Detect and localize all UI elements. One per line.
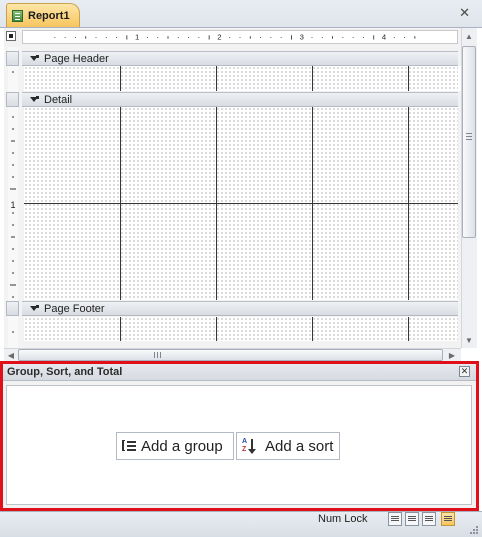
ruler-mark-1: 1 [135, 33, 139, 42]
section-expand-icon [30, 95, 40, 104]
vertical-scroll-thumb[interactable] [462, 46, 476, 238]
design-view-icon[interactable] [441, 512, 455, 526]
detail-grid[interactable] [24, 107, 458, 300]
layout-view-icon[interactable] [422, 512, 436, 526]
print-preview-icon[interactable] [405, 512, 419, 526]
scroll-grip-icon [466, 133, 472, 140]
ruler-mark-4: 4 [382, 33, 387, 42]
vruler-mark-1: 1 [10, 200, 15, 210]
page-header-label: Page Header [44, 52, 109, 65]
detail-label: Detail [44, 93, 73, 106]
resize-grip-icon[interactable] [466, 524, 478, 534]
page-header-selector[interactable] [6, 51, 19, 66]
ruler-mark-3: 3 [300, 33, 304, 42]
scroll-down-icon[interactable]: ▼ [462, 334, 476, 348]
page-footer-label: Page Footer [44, 302, 105, 315]
scroll-up-icon[interactable]: ▲ [462, 30, 476, 44]
report-view-icon[interactable] [388, 512, 402, 526]
horizontal-scroll-thumb[interactable] [18, 349, 443, 361]
report-selector[interactable] [6, 31, 16, 41]
tab-title: Report1 [28, 9, 70, 22]
detail-bar[interactable]: Detail [22, 92, 458, 107]
page-footer-grid[interactable] [24, 317, 458, 341]
tab-report1[interactable]: Report1 [6, 3, 80, 27]
section-expand-icon [30, 54, 40, 63]
highlight-outline [0, 361, 479, 511]
section-expand-icon [30, 304, 40, 313]
detail-selector[interactable] [6, 92, 19, 107]
page-footer-bar[interactable]: Page Footer [22, 301, 458, 316]
ruler-mark-2: 2 [217, 33, 221, 42]
scroll-grip-icon [154, 352, 161, 358]
horizontal-ruler[interactable]: 1 2 3 4 [22, 30, 458, 44]
report-icon [12, 9, 23, 22]
num-lock-indicator: Num Lock [318, 513, 368, 525]
close-document-icon[interactable]: ✕ [459, 6, 470, 19]
page-header-grid[interactable] [24, 66, 458, 91]
page-header-bar[interactable]: Page Header [22, 51, 458, 66]
page-footer-selector[interactable] [6, 301, 19, 316]
